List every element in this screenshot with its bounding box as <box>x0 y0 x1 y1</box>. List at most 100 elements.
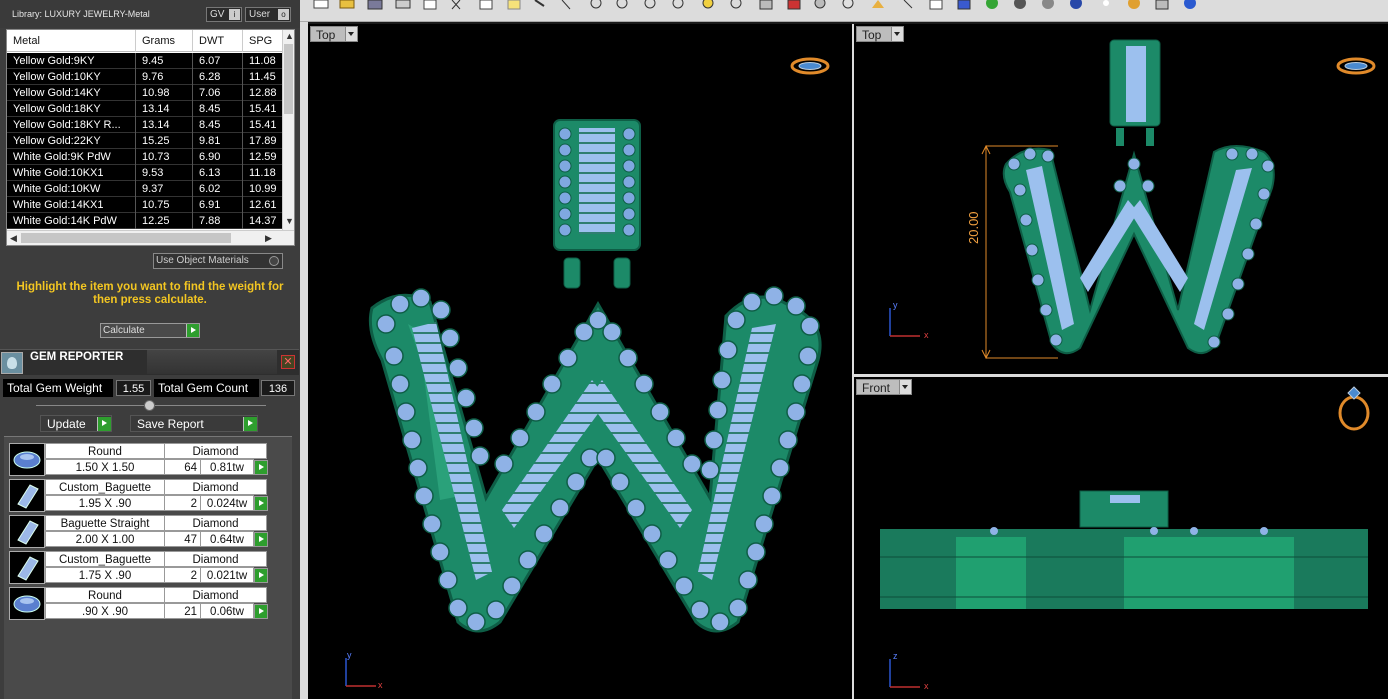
metal-row[interactable]: White Gold:10KX1 9.53 6.13 11.18 <box>7 165 283 181</box>
metal-row[interactable]: White Gold:9K PdW 10.73 6.90 12.59 <box>7 149 283 165</box>
metal-cell: White Gold:14K PdW <box>7 213 136 229</box>
scroll-thumb-h[interactable] <box>21 233 231 243</box>
metal-cell: 12.61 <box>243 197 283 213</box>
gem-type: Diamond <box>164 479 267 495</box>
axis-x-label: x <box>924 681 929 691</box>
metal-cell: Yellow Gold:14KY <box>7 85 136 101</box>
play-icon <box>243 417 257 431</box>
metal-cell: 12.88 <box>243 85 283 101</box>
scroll-down-icon[interactable]: ▼ <box>285 216 294 226</box>
gem-row[interactable]: Baguette Straight Diamond 2.00 X 1.00 47 0.6… <box>9 515 268 548</box>
viewport-front[interactable]: Front z x <box>854 377 1388 699</box>
gem-row[interactable]: Round Diamond 1.50 X 1.50 64 0.81tw <box>9 443 268 476</box>
gem-shape: Round <box>45 443 165 459</box>
metal-row[interactable]: White Gold:10KW 9.37 6.02 10.99 <box>7 181 283 197</box>
update-button[interactable]: Update <box>40 415 112 432</box>
metal-cell: Yellow Gold:9KY <box>7 53 136 69</box>
calculate-button[interactable]: Calculate <box>100 323 200 338</box>
metal-row[interactable]: Yellow Gold:9KY 9.45 6.07 11.08 <box>7 53 283 69</box>
gem-type: Diamond <box>164 443 267 459</box>
dimension-label: 20.00 <box>966 211 981 244</box>
play-icon[interactable] <box>254 496 268 511</box>
metal-cell: 7.06 <box>193 85 243 101</box>
metal-cell: 6.28 <box>193 69 243 85</box>
metal-cell: 10.98 <box>136 85 193 101</box>
metal-cell: 9.76 <box>136 69 193 85</box>
viewport-top-right[interactable]: Top 20.00 y x <box>854 24 1388 374</box>
metal-cell: Yellow Gold:22KY <box>7 133 136 149</box>
horizontal-scrollbar[interactable]: ◀ ▶ <box>7 230 294 245</box>
gem-totals: Total Gem Weight 1.55 Total Gem Count 13… <box>3 379 297 397</box>
scroll-left-icon[interactable]: ◀ <box>10 233 17 244</box>
metal-row[interactable]: Yellow Gold:22KY 15.25 9.81 17.89 <box>7 133 283 149</box>
metal-cell: Yellow Gold:10KY <box>7 69 136 85</box>
metal-row[interactable]: White Gold:14K PdW 12.25 7.88 14.37 <box>7 213 283 229</box>
metal-cell: 12.25 <box>136 213 193 229</box>
total-gem-weight-label: Total Gem Weight <box>3 379 113 397</box>
splitter-handle[interactable] <box>144 400 155 411</box>
metal-cell: 8.45 <box>193 101 243 117</box>
gem-list: Round Diamond 1.50 X 1.50 64 0.81tw Custom_Ba… <box>4 436 292 699</box>
baguette-gem-icon <box>9 479 45 512</box>
use-object-materials-toggle[interactable]: Use Object Materials <box>153 253 283 269</box>
col-grams[interactable]: Grams <box>136 30 193 52</box>
metal-cell: 10.73 <box>136 149 193 165</box>
metal-row[interactable]: Yellow Gold:14KY 10.98 7.06 12.88 <box>7 85 283 101</box>
play-icon[interactable] <box>254 532 268 547</box>
gem-count: 2 <box>164 495 201 511</box>
gem-type: Diamond <box>164 515 267 531</box>
total-gem-count-value: 136 <box>261 380 295 396</box>
scroll-up-icon[interactable]: ▲ <box>285 31 294 41</box>
round-gem-icon <box>9 587 45 620</box>
scroll-thumb[interactable] <box>284 44 293 114</box>
col-spg[interactable]: SPG <box>243 30 283 52</box>
baguette-gem-icon <box>9 551 45 584</box>
viewport-top-main[interactable]: Top y x <box>308 24 852 699</box>
main-toolbar <box>300 0 1388 22</box>
metal-table[interactable]: Metal Grams DWT SPG Yellow Gold:9KY 9.45 6… <box>6 29 295 246</box>
play-icon[interactable] <box>254 604 268 619</box>
metal-row[interactable]: Yellow Gold:10KY 9.76 6.28 11.45 <box>7 69 283 85</box>
pendant-model <box>368 119 822 633</box>
round-gem-icon <box>9 443 45 476</box>
play-icon[interactable] <box>254 568 268 583</box>
left-panel: Library: LUXURY JEWELRY-Metal GV i User … <box>0 0 300 699</box>
total-gem-count-label: Total Gem Count <box>154 379 259 397</box>
gem-shape: Custom_Baguette <box>45 551 165 567</box>
metal-cell: 6.13 <box>193 165 243 181</box>
metal-cell: White Gold:9K PdW <box>7 149 136 165</box>
metal-row[interactable]: White Gold:14KX1 10.75 6.91 12.61 <box>7 197 283 213</box>
vertical-scrollbar[interactable]: ▲ ▼ <box>282 30 294 230</box>
metal-cell: White Gold:14KX1 <box>7 197 136 213</box>
col-dwt[interactable]: DWT <box>193 30 243 52</box>
pendant-model-small <box>981 39 1275 360</box>
gem-reporter-title: GEM REPORTER <box>30 351 124 363</box>
gem-size: .90 X .90 <box>45 603 165 619</box>
gem-reporter-header: GEM REPORTER ✕ <box>0 349 299 375</box>
user-selector[interactable]: User o <box>245 7 291 22</box>
play-icon[interactable] <box>254 460 268 475</box>
gv-selector[interactable]: GV i <box>206 7 242 22</box>
gem-shape: Custom_Baguette <box>45 479 165 495</box>
gem-row[interactable]: Custom_Baguette Diamond 1.75 X .90 2 0.021tw <box>9 551 268 584</box>
gem-row[interactable]: Custom_Baguette Diamond 1.95 X .90 2 0.024tw <box>9 479 268 512</box>
scroll-right-icon[interactable]: ▶ <box>265 233 272 244</box>
panel-divider[interactable] <box>300 22 308 699</box>
metal-cell: 6.91 <box>193 197 243 213</box>
metal-cell: 6.07 <box>193 53 243 69</box>
gem-size: 2.00 X 1.00 <box>45 531 165 547</box>
save-report-button[interactable]: Save Report <box>130 415 258 432</box>
play-icon <box>97 417 111 431</box>
toolbar-icons[interactable] <box>300 0 1388 14</box>
metal-row[interactable]: Yellow Gold:18KY 13.14 8.45 15.41 <box>7 101 283 117</box>
metal-cell: 11.08 <box>243 53 283 69</box>
gem-size: 1.75 X .90 <box>45 567 165 583</box>
gem-row[interactable]: Round Diamond .90 X .90 21 0.06tw <box>9 587 268 620</box>
metal-cell: 6.90 <box>193 149 243 165</box>
metal-cell: 9.81 <box>193 133 243 149</box>
col-metal[interactable]: Metal <box>7 30 136 52</box>
gem-weight: 0.06tw <box>200 603 254 619</box>
metal-cell: 15.25 <box>136 133 193 149</box>
close-icon[interactable]: ✕ <box>281 355 295 369</box>
metal-row[interactable]: Yellow Gold:18KY R... 13.14 8.45 15.41 <box>7 117 283 133</box>
